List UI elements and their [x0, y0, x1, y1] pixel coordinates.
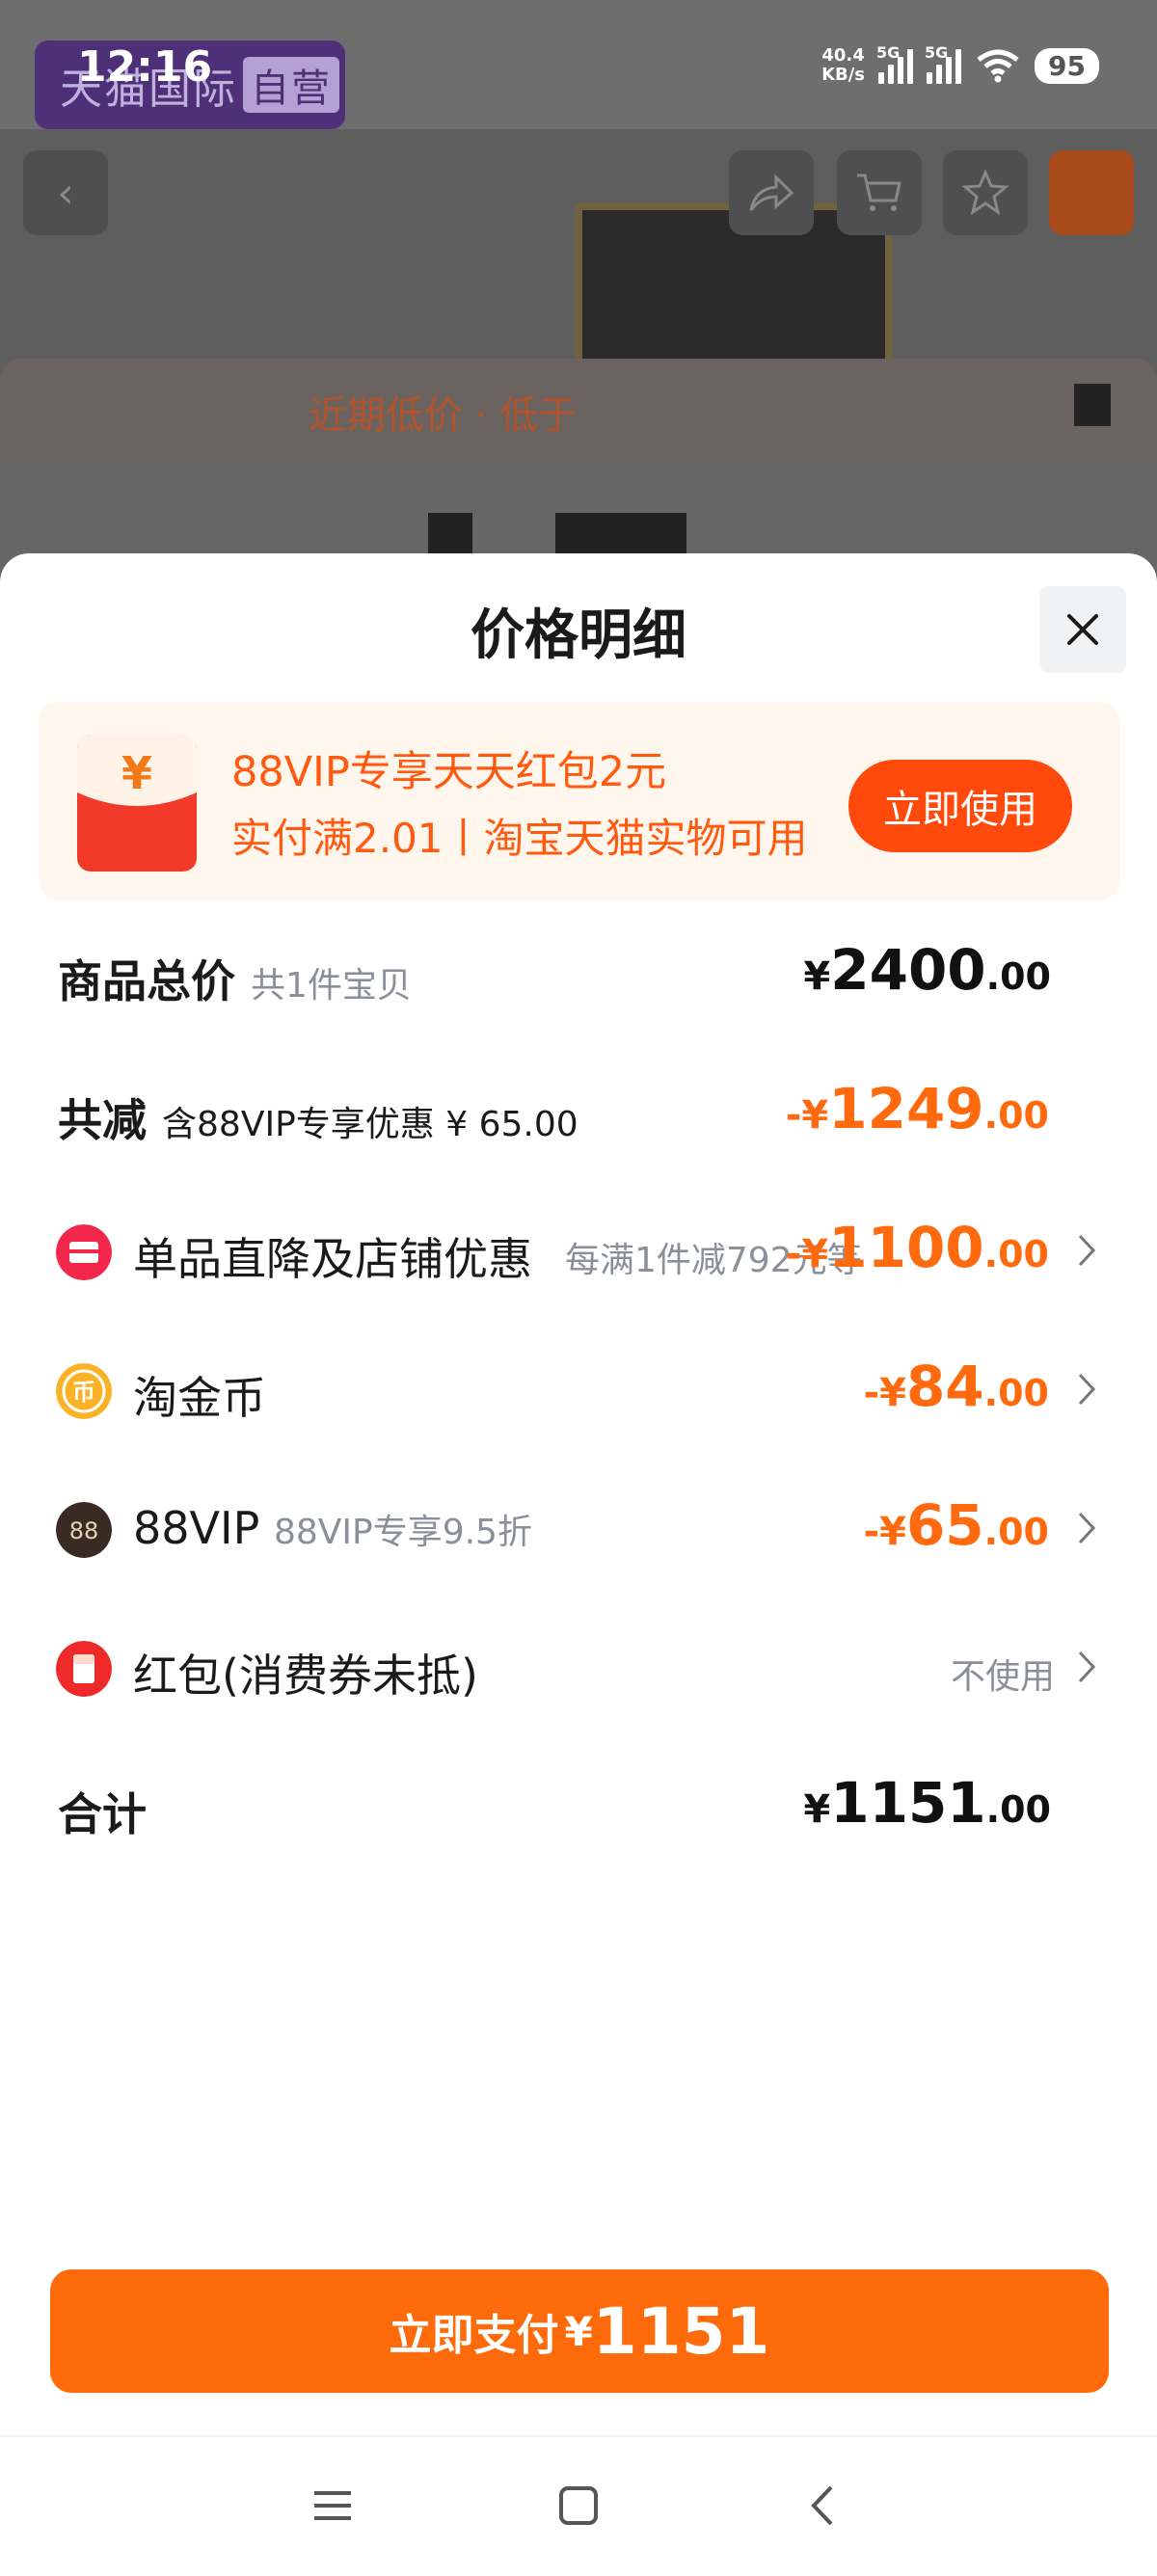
coin-icon: 币 [56, 1363, 112, 1419]
row-shop-discount[interactable]: 单品直降及店铺优惠 每满1件减792元等 -¥1100.00 [0, 1203, 1157, 1300]
promo-icon [1074, 384, 1111, 426]
close-button[interactable] [1039, 586, 1126, 673]
promo-text: 近期低价 · 低于 [309, 393, 578, 438]
coupon-title: 88VIP专享天天红包2元 [231, 748, 667, 796]
sum-amount: ¥1151.00 [803, 1770, 1051, 1836]
back-icon[interactable]: ‹ [23, 150, 108, 235]
menu-icon[interactable] [307, 2480, 359, 2532]
discount-amount: -¥1249.00 [785, 1076, 1049, 1141]
wifi-icon [977, 49, 1019, 83]
chevron-right-icon [1078, 1373, 1096, 1406]
price-amount: ¥2400.00 [803, 937, 1051, 1003]
row-detail[interactable]: 不使用 [951, 1649, 1055, 1699]
favorite-icon[interactable] [943, 150, 1028, 235]
red-packet-icon: ¥ [77, 735, 197, 872]
pay-amount: 1151 [592, 2294, 770, 2369]
pay-label: 立即支付 [389, 2311, 559, 2360]
battery-indicator: 95 [1035, 47, 1099, 84]
row-label: 单品直降及店铺优惠 [133, 1233, 532, 1285]
discount-amount: -¥1100.00 [785, 1215, 1049, 1280]
signal-icon: 5G [876, 43, 914, 84]
sheet-title: 价格明细 [471, 604, 686, 667]
row-88vip[interactable]: 88 88VIP 88VIP专享9.5折 -¥65.00 [0, 1481, 1157, 1577]
red-packet-icon [56, 1641, 112, 1697]
row-label: 共减 [58, 1094, 147, 1146]
signal-icon: 5G [925, 43, 962, 84]
svg-text:币: 币 [72, 1379, 95, 1406]
price-detail-sheet: 价格明细 ¥ 88VIP专享天天红包2元 实付满2.01丨淘宝天猫实物可用 立即… [0, 553, 1157, 2574]
background-page: 天猫国际 自营 12:16 40.4 KB/s 5G 5G 95 ‹ 近期低价 … [0, 0, 1157, 580]
net-speed: 40.4 KB/s [821, 45, 866, 85]
status-indicators: 40.4 KB/s 5G 5G 95 [821, 43, 1099, 85]
row-label: 红包(消费券未抵) [133, 1650, 478, 1702]
chevron-right-icon [1078, 1234, 1096, 1267]
customer-service-icon[interactable] [1049, 150, 1134, 235]
row-total-price: 商品总价 共1件宝贝 ¥2400.00 [0, 926, 1157, 1022]
close-icon [1067, 614, 1098, 645]
row-discount-total: 共减 含88VIP专享优惠 ¥ 65.00 -¥1249.00 [0, 1064, 1157, 1161]
share-icon[interactable] [729, 150, 814, 235]
svg-text:88: 88 [69, 1517, 99, 1544]
row-coin[interactable]: 币 淘金币 -¥84.00 [0, 1342, 1157, 1438]
back-nav-icon[interactable] [798, 2480, 850, 2532]
use-now-button[interactable]: 立即使用 [848, 760, 1072, 852]
coupon-subtitle: 实付满2.01丨淘宝天猫实物可用 [231, 815, 808, 862]
brand-tag: 自营 [243, 57, 339, 113]
chevron-right-icon [1078, 1650, 1096, 1683]
home-icon[interactable] [552, 2480, 605, 2532]
vip-icon: 88 [56, 1502, 112, 1558]
system-nav-bar [0, 2435, 1157, 2576]
status-time: 12:16 [77, 42, 213, 92]
row-note: 88VIP专享9.5折 [273, 1513, 532, 1552]
discount-amount: -¥84.00 [863, 1354, 1049, 1419]
row-note: 共1件宝贝 [251, 966, 412, 1006]
row-label: 商品总价 [58, 955, 235, 1007]
row-label: 合计 [58, 1788, 147, 1840]
row-label: 88VIP [133, 1502, 260, 1554]
pay-now-button[interactable]: 立即支付 ¥ 1151 [50, 2269, 1109, 2393]
promo-strip [0, 359, 1157, 465]
cart-icon[interactable] [837, 150, 922, 235]
discount-amount: -¥65.00 [863, 1492, 1049, 1558]
svg-text:¥: ¥ [121, 747, 152, 799]
shop-discount-icon [56, 1224, 112, 1280]
row-red-packet[interactable]: 红包(消费券未抵) 不使用 [0, 1620, 1157, 1716]
chevron-right-icon [1078, 1512, 1096, 1544]
row-label: 淘金币 [133, 1372, 266, 1424]
row-sum: 合计 ¥1151.00 [0, 1758, 1157, 1855]
pay-currency: ¥ [564, 2307, 593, 2355]
coupon-card: ¥ 88VIP专享天天红包2元 实付满2.01丨淘宝天猫实物可用 立即使用 [39, 702, 1120, 900]
row-note: 含88VIP专享优惠 ¥ 65.00 [162, 1105, 578, 1144]
